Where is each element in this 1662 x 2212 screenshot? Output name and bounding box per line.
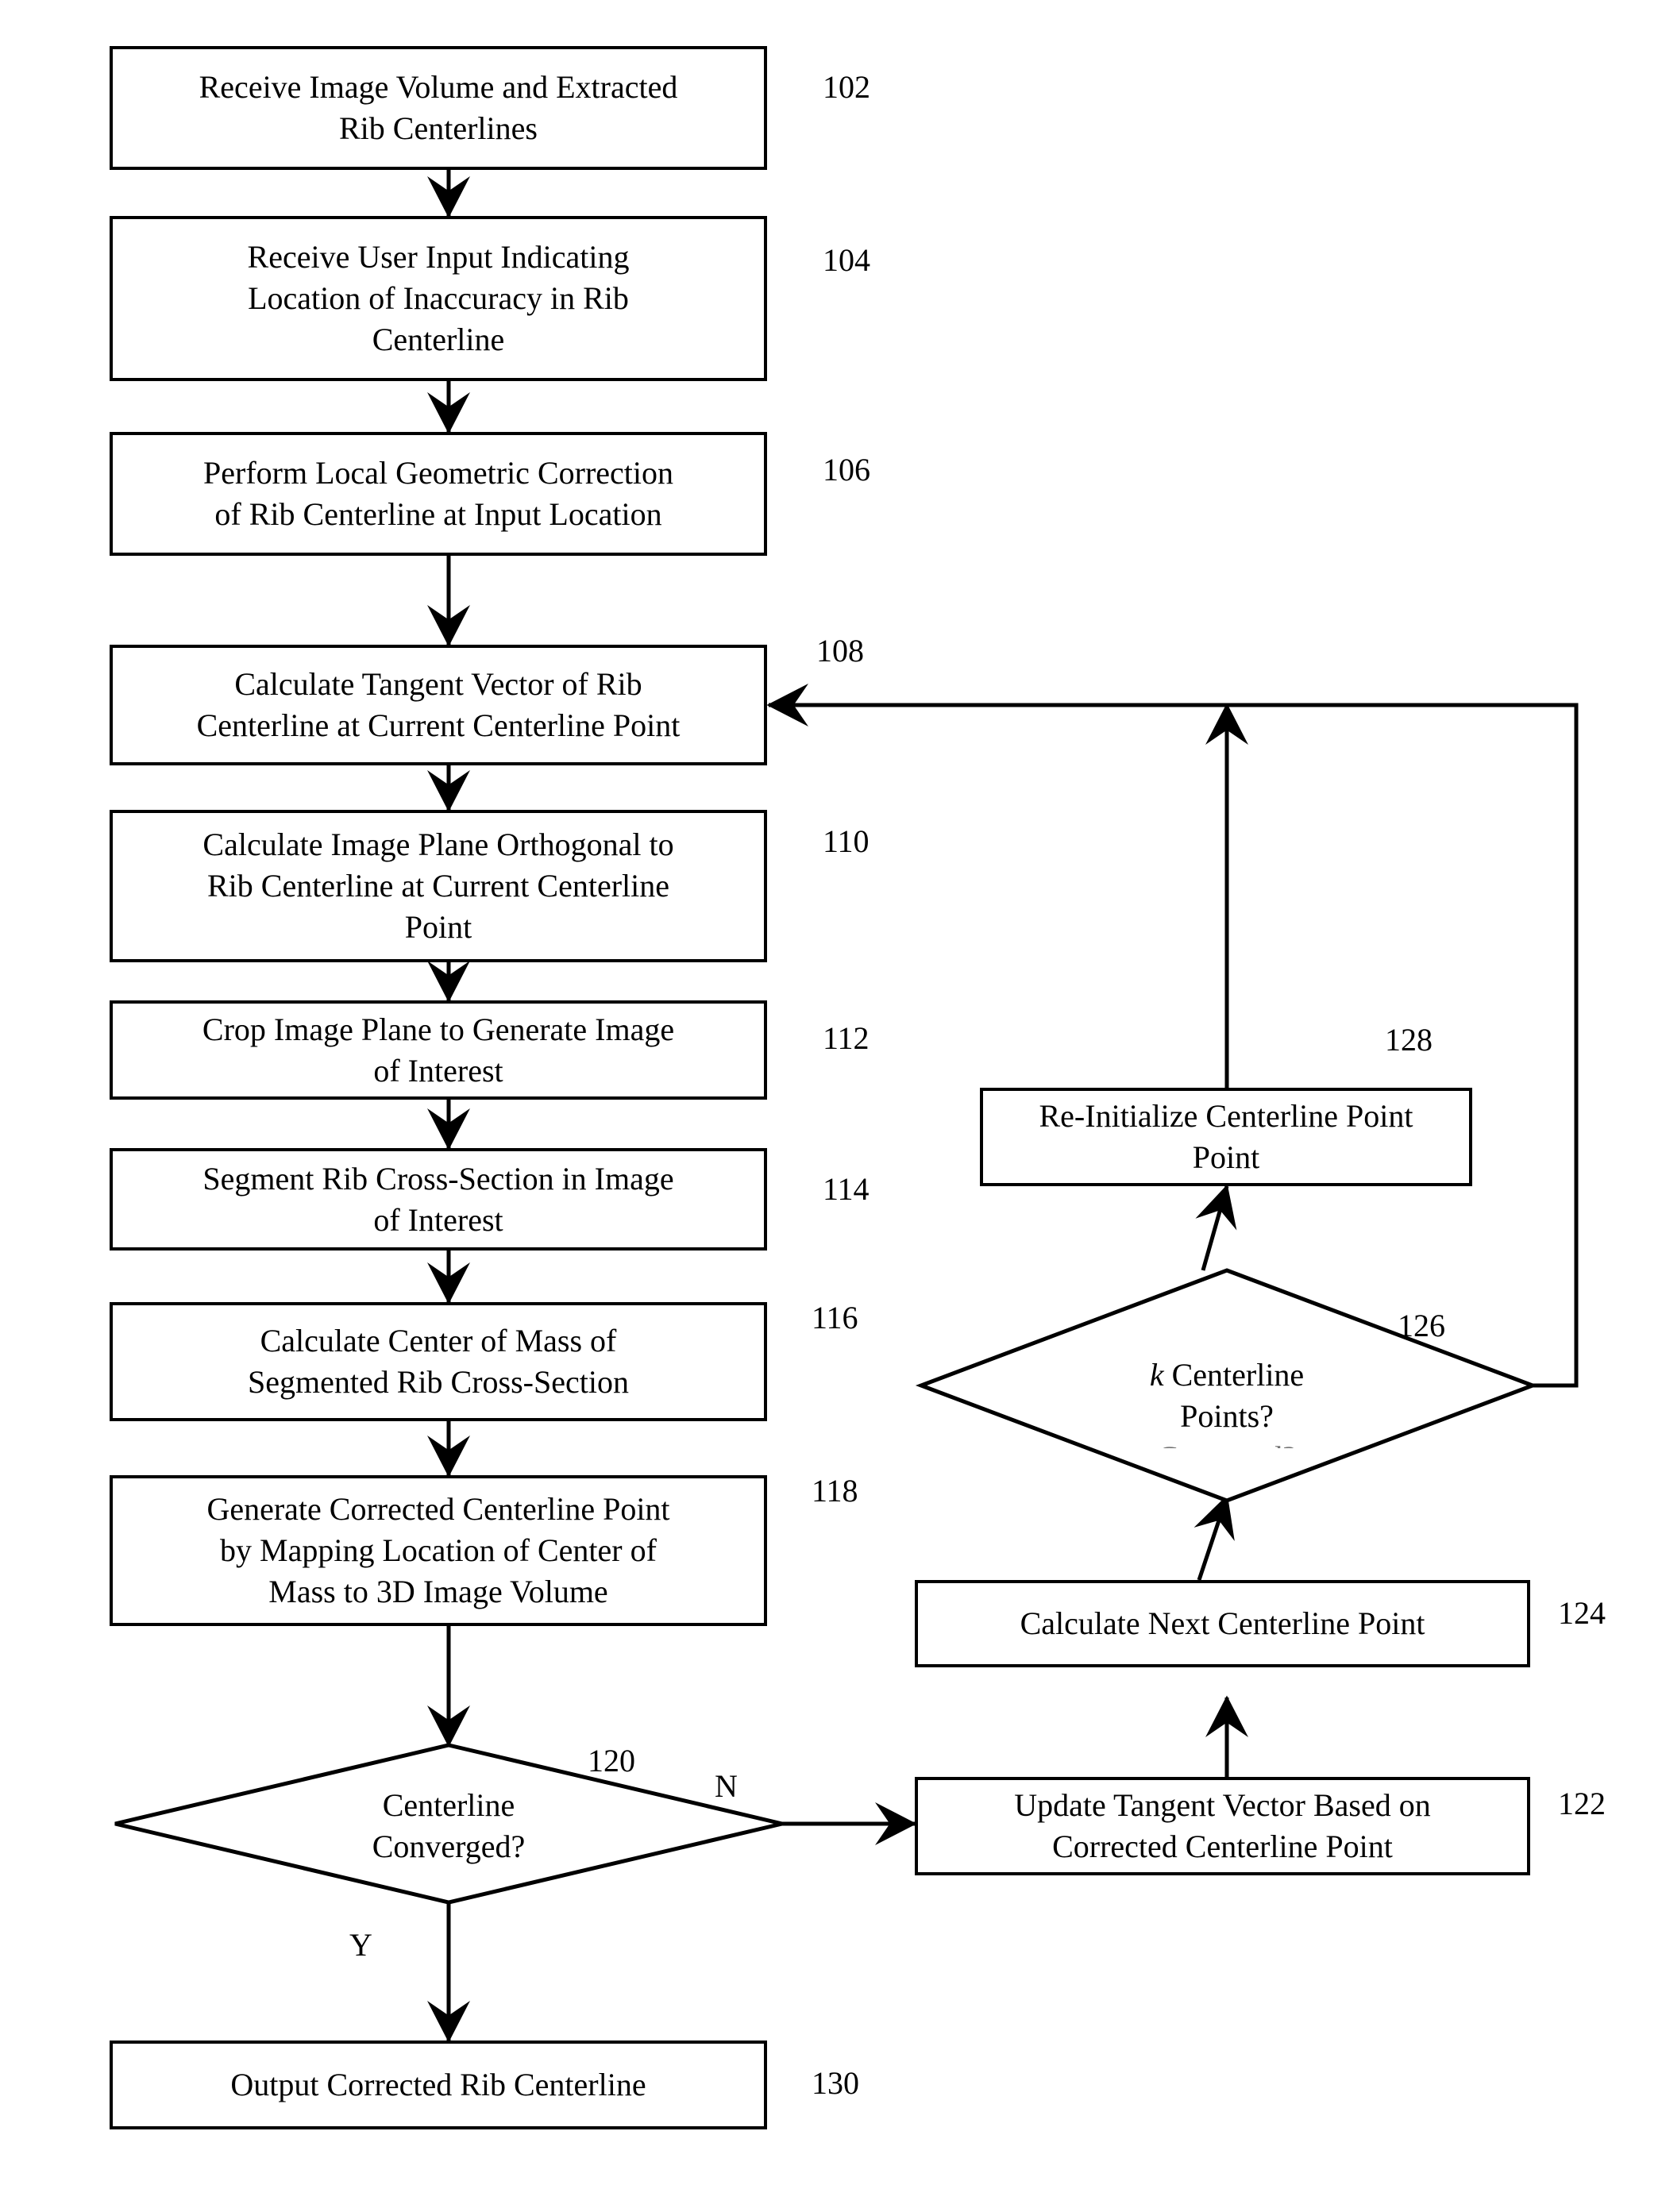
box-128-line-2: Point [1192,1139,1260,1175]
box-110-line-2: Rib Centerline at Current Centerline [206,868,670,904]
box-110-line-1: Calculate Image Plane Orthogonal to [202,827,674,862]
box-102-line-1: Receive Image Volume and Extracted [199,69,678,105]
process-box-102: Receive Image Volume and Extracted Rib C… [110,46,767,170]
ref-number-122: 122 [1558,1786,1606,1821]
process-box-108: Calculate Tangent Vector of Rib Centerli… [110,645,767,765]
decision-120-no-label: N [715,1768,738,1804]
process-box-122: Update Tangent Vector Based on Corrected… [915,1777,1530,1875]
decision-126-shape [915,1268,1539,1503]
ref-number-108: 108 [816,633,864,669]
box-116-line-1: Calculate Center of Mass of [260,1323,617,1358]
edge-126-to-128 [1195,1184,1237,1271]
box-130-line-1: Output Corrected Rib Centerline [230,2067,646,2102]
ref-number-114: 114 [823,1171,870,1207]
box-112-line-2: of Interest [373,1052,503,1089]
figure-canvas: 122 --> 130 --> Receive Image Volume and… [0,0,1662,2212]
process-box-116: Calculate Center of Mass of Segmented Ri… [110,1302,767,1421]
process-box-118: Generate Corrected Centerline Point by M… [110,1475,767,1626]
process-box-124: Calculate Next Centerline Point [915,1580,1530,1667]
box-112-line-1: Crop Image Plane to Generate Image [202,1011,675,1047]
decision-120-shape [114,1743,783,1905]
box-106-line-2: of Rib Centerline at Input Location [214,496,662,532]
box-116-line-2: Segmented Rib Cross-Section [248,1364,629,1400]
box-124-line-1: Calculate Next Centerline Point [1020,1605,1425,1641]
box-106-line-1: Perform Local Geometric Correction [203,455,673,491]
decision-120-yes-label: Y [349,1927,372,1963]
edge-126-loop-to-108 [766,684,1579,1388]
ref-number-118: 118 [812,1473,858,1509]
box-114-line-1: Segment Rib Cross-Section in Image [202,1160,674,1197]
ref-number-104: 104 [823,242,870,278]
process-box-106: Perform Local Geometric Correction of Ri… [110,432,767,556]
box-104-line-3: Centerline [372,322,505,357]
box-118-line-3: Mass to 3D Image Volume [268,1574,608,1609]
ref-number-120: 120 [588,1743,635,1778]
process-box-104: Receive User Input Indicating Location o… [110,216,767,381]
process-box-114: Segment Rib Cross-Section in Image of In… [110,1148,767,1251]
box-104-line-1: Receive User Input Indicating [247,239,630,275]
ref-number-116: 116 [812,1300,858,1335]
box-108-line-2: Centerline at Current Centerline Point [196,707,681,743]
box-108-line-1: Calculate Tangent Vector of Rib [234,666,642,702]
process-box-110: Calculate Image Plane Orthogonal to Rib … [110,810,767,962]
box-118-line-1: Generate Corrected Centerline Point [206,1491,670,1527]
box-104-line-2: Location of Inaccuracy in Rib [248,280,629,316]
process-box-130: Output Corrected Rib Centerline [110,2041,767,2129]
process-box-128: Re-Initialize Centerline Point Point [980,1088,1472,1186]
ref-number-128: 128 [1385,1022,1433,1058]
edge-124-to-126 [1193,1494,1235,1581]
process-box-112: Crop Image Plane to Generate Image of In… [110,1000,767,1100]
ref-number-102: 102 [823,69,870,105]
box-122-line-2: Corrected Centerline Point [1052,1829,1393,1864]
ref-number-126: 126 [1398,1308,1445,1343]
box-102-line-2: Rib Centerlines [339,110,538,146]
box-122-line-1: Update Tangent Vector Based on [1014,1787,1431,1823]
ref-number-124: 124 [1558,1595,1606,1631]
ref-number-130: 130 [812,2065,859,2101]
box-118-line-2: by Mapping Location of Center of [220,1532,657,1568]
ref-number-112: 112 [823,1020,870,1056]
box-114-line-2: of Interest [373,1201,503,1238]
ref-number-106: 106 [823,452,870,487]
ref-number-110: 110 [823,823,870,859]
box-110-line-3: Point [404,909,472,945]
box-128-line-1: Re-Initialize Centerline Point [1039,1098,1413,1134]
